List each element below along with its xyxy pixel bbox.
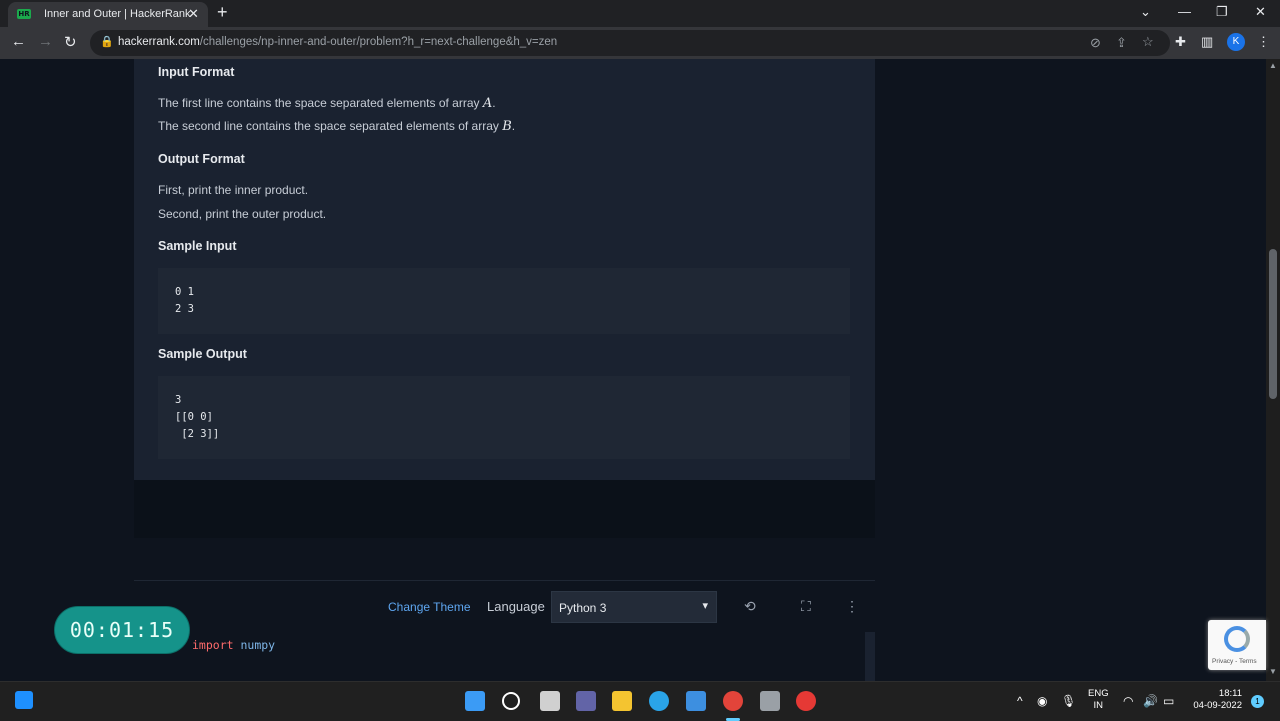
editor-toolbar: Change Theme Language Python 3 ▾ ⟲ ⛶ ⋮ [134,580,875,633]
system-clock[interactable]: 18:11 04-09-2022 [1184,688,1242,712]
recaptcha-badge[interactable]: Privacy - Terms [1208,620,1266,670]
side-panel-icon[interactable]: ▥ [1201,34,1213,50]
reload-icon[interactable]: ↻ [64,33,77,51]
edge-browser-icon[interactable] [649,691,669,711]
problem-statement-panel: Input Format The first line contains the… [134,59,875,480]
notification-badge[interactable]: 1 [1251,695,1264,708]
show-hidden-icons-chevron-icon[interactable]: ^ [1017,694,1023,708]
browser-toolbar: ← → ↻ 🔒 hackerrank.com/challenges/np-inn… [0,27,1280,59]
windows-taskbar: ^ ◉ 🎙 ENG IN ◠ 🔊 ▭ 18:11 04-09-2022 1 [0,681,1280,721]
tab-search-chevron-icon[interactable]: ⌄ [1140,4,1151,20]
panel-footer-area [134,480,875,538]
sample-input-code: 0 1 2 3 [175,286,194,315]
forward-icon[interactable]: → [38,33,53,50]
hackerrank-favicon-icon: HR [17,9,31,19]
restore-icon[interactable]: ❐ [1216,4,1228,20]
recorder-app-icon[interactable] [760,691,780,711]
editor-scrollbar[interactable] [865,632,875,681]
recaptcha-logo-icon [1224,626,1250,652]
sample-input-block: 0 1 2 3 [158,268,850,334]
desktop-app-icon[interactable] [15,691,33,709]
tab-close-icon[interactable]: ✕ [188,6,199,22]
start-windows-icon[interactable] [465,691,485,711]
volume-icon[interactable]: 🔊 [1143,694,1158,708]
file-explorer-icon[interactable] [612,691,632,711]
sample-output-code: 3 [[0 0] [2 3]] [175,394,220,440]
input-format-line-1: The first line contains the space separa… [158,96,496,111]
sample-output-block: 3 [[0 0] [2 3]] [158,376,850,459]
task-view-icon[interactable] [540,691,560,711]
input-language-indicator[interactable]: ENG IN [1088,688,1109,712]
language-label: Language [487,599,545,614]
language-select-value: Python 3 [559,601,607,615]
antivirus-tray-icon[interactable]: ◉ [1037,694,1047,708]
page-content: Input Format The first line contains the… [0,59,1266,681]
screen-recorder-icon[interactable] [796,691,816,711]
extensions-icon[interactable]: ✚ [1175,34,1186,50]
change-theme-link[interactable]: Change Theme [388,600,471,614]
chrome-menu-icon[interactable]: ⋮ [1257,34,1270,50]
sample-input-heading: Sample Input [158,239,237,253]
editor-more-icon[interactable]: ⋮ [845,598,859,615]
lock-icon[interactable]: 🔒 [100,35,114,48]
address-bar[interactable]: 🔒 hackerrank.com/challenges/np-inner-and… [90,30,1170,56]
url-text[interactable]: hackerrank.com/challenges/np-inner-and-o… [118,36,557,48]
output-format-heading: Output Format [158,152,245,166]
new-tab-icon[interactable]: + [217,2,228,23]
battery-icon[interactable]: ▭ [1163,694,1174,708]
window-close-icon[interactable]: ✕ [1255,4,1266,20]
language-select[interactable]: Python 3 ▾ [551,591,717,623]
browser-tab-strip: HR Inner and Outer | HackerRank ✕ + ⌄ — … [0,0,1280,27]
profile-avatar[interactable]: K [1227,33,1245,51]
microphone-icon[interactable]: 🎙 [1061,694,1076,708]
eye-off-icon[interactable]: ⊘ [1090,35,1101,51]
scroll-down-arrow-icon[interactable]: ▼ [1269,667,1277,676]
minimize-icon[interactable]: — [1178,4,1191,19]
output-format-line-2: Second, print the outer product. [158,207,327,221]
input-format-heading: Input Format [158,65,235,79]
back-icon[interactable]: ← [11,33,26,50]
input-format-line-2: The second line contains the space separ… [158,119,516,134]
restore-code-icon[interactable]: ⟲ [744,598,756,615]
wifi-icon[interactable]: ◠ [1123,694,1133,708]
page-scrollbar[interactable]: ▲ ▼ [1266,59,1280,681]
chevron-down-icon: ▾ [702,600,708,612]
output-format-line-1: First, print the inner product. [158,183,309,197]
share-icon[interactable]: ⇪ [1116,35,1127,51]
sample-output-heading: Sample Output [158,347,247,361]
recording-timer: 00:01:15 [54,606,190,654]
scrollbar-thumb[interactable] [1269,249,1277,399]
chrome-icon[interactable] [723,691,743,711]
recaptcha-text[interactable]: Privacy - Terms [1212,658,1257,665]
code-editor[interactable]: import numpy [134,632,875,681]
search-icon[interactable] [502,692,520,710]
bookmark-star-icon[interactable]: ☆ [1142,34,1154,50]
fullscreen-icon[interactable]: ⛶ [801,598,811,615]
tab-title: Inner and Outer | HackerRank [44,8,191,20]
scroll-up-arrow-icon[interactable]: ▲ [1269,61,1277,70]
mail-icon[interactable] [686,691,706,711]
browser-tab[interactable]: HR Inner and Outer | HackerRank ✕ [8,2,208,27]
code-line-1: import numpy [192,638,276,652]
teams-chat-icon[interactable] [576,691,596,711]
